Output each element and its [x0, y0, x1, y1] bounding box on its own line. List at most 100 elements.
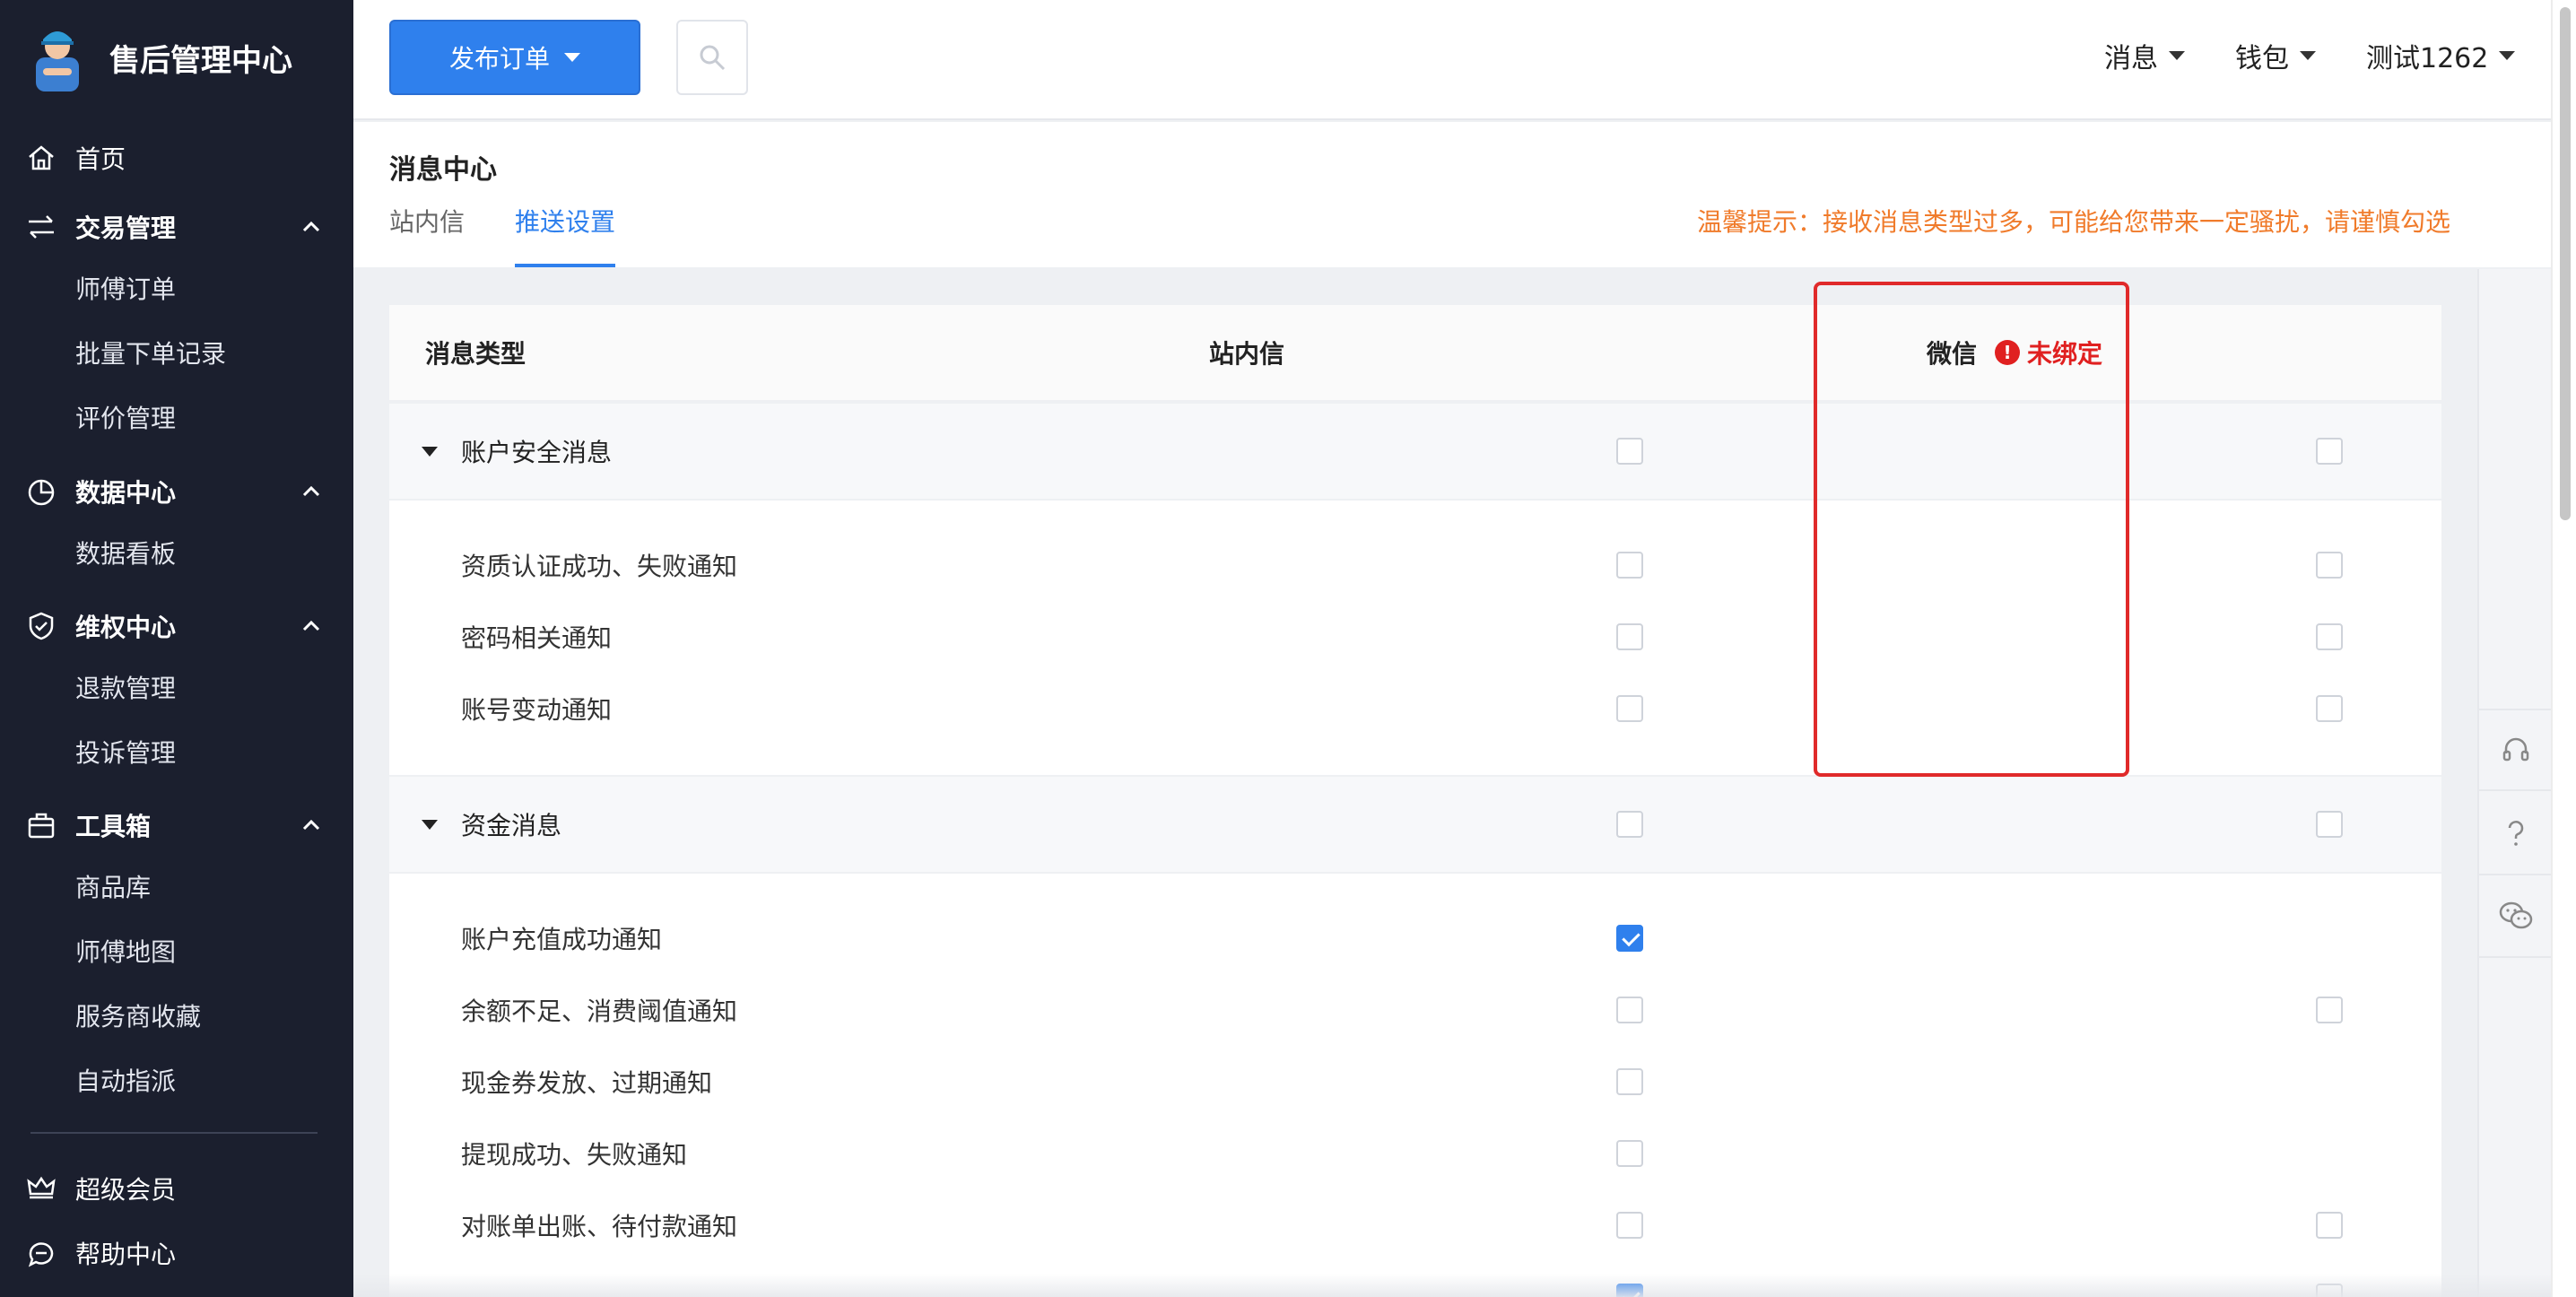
page-scrollbar[interactable]	[2551, 0, 2576, 1297]
user-menu-label: 测试1262	[2366, 43, 2489, 74]
caret-down-icon	[2499, 51, 2516, 60]
sidebar-item-refunds[interactable]: 退款管理	[75, 666, 176, 711]
checkbox-inbox[interactable]	[1616, 438, 1643, 465]
warning-tip: 温馨提示：接收消息类型过多，可能给您带来一定骚扰，请谨慎勾选	[1696, 207, 2450, 237]
checkbox-wechat[interactable]	[2316, 811, 2343, 838]
user-menu[interactable]: 测试1262	[2366, 36, 2516, 75]
checkbox-inbox[interactable]	[1616, 1068, 1643, 1095]
sidebar-group-toolbox[interactable]: 工具箱	[0, 798, 353, 852]
sidebar-item-batch-orders[interactable]: 批量下单记录	[75, 332, 226, 377]
shield-check-icon	[29, 612, 54, 640]
row-message-name: 现金券发放、过期通知	[461, 1068, 713, 1098]
sidebar-item-reviews[interactable]: 评价管理	[75, 396, 176, 441]
checkbox-wechat[interactable]	[2316, 695, 2343, 722]
search-icon	[700, 45, 726, 71]
sidebar-item-master-map[interactable]: 师傅地图	[75, 930, 176, 975]
caret-down-icon	[2169, 51, 2185, 60]
question-icon	[2508, 821, 2524, 846]
top-header: 发布订单 消息 钱包 测试1262	[353, 0, 2551, 120]
group-row-account-security[interactable]: 账户安全消息	[389, 402, 2441, 501]
sidebar-item-favorites[interactable]: 服务商收藏	[75, 995, 201, 1040]
sidebar-item-product-library[interactable]: 商品库	[75, 866, 151, 910]
table-row: 对账单出账、待付款通知	[389, 1189, 2441, 1261]
row-message-name: 资质认证成功、失败通知	[461, 552, 738, 581]
collapse-triangle-icon[interactable]	[422, 446, 438, 457]
sidebar-item-home[interactable]: 首页	[0, 131, 353, 185]
wallet-menu[interactable]: 钱包	[2235, 36, 2316, 75]
header-message-type: 消息类型	[425, 339, 527, 369]
sidebar: 售后管理中心 首页 交易管理 师傅订单 批量下单记录 评价管理 数据中心 数据看…	[0, 0, 353, 1297]
checkbox-inbox[interactable]	[1616, 1140, 1643, 1167]
row-message-name: 账户充值成功通知	[461, 925, 663, 954]
worker-avatar-logo	[36, 31, 79, 91]
row-message-name: 对账单出账、待付款通知	[461, 1212, 738, 1241]
checkbox-inbox[interactable]	[1616, 811, 1643, 838]
sidebar-item-dashboard[interactable]: 数据看板	[75, 532, 176, 577]
table-row: 密码相关通知	[389, 601, 2441, 673]
messages-menu-label: 消息	[2104, 43, 2158, 74]
sidebar-divider	[30, 1132, 318, 1134]
exchange-icon	[29, 215, 54, 239]
crown-icon	[27, 1176, 56, 1199]
wechat-button[interactable]	[2479, 875, 2553, 958]
sidebar-group-label: 工具箱	[75, 812, 152, 841]
customer-service-button[interactable]	[2479, 709, 2553, 791]
group-row-funds[interactable]: 资金消息	[389, 775, 2441, 874]
wechat-column-highlight	[1814, 282, 2129, 777]
sidebar-group-label: 交易管理	[75, 213, 177, 243]
collapse-triangle-icon[interactable]	[422, 819, 438, 830]
checkbox-wechat[interactable]	[2316, 1212, 2343, 1239]
brand-title: 售后管理中心	[109, 42, 292, 79]
row-message-name: 余额不足、消费阈值通知	[461, 997, 738, 1026]
publish-order-label: 发布订单	[448, 44, 550, 74]
sidebar-item-label: 超级会员	[75, 1175, 177, 1205]
scrollbar-thumb[interactable]	[2560, 7, 2571, 520]
sidebar-group-label: 维权中心	[75, 613, 177, 642]
chevron-up-icon	[302, 819, 320, 831]
table-header: 消息类型 站内信 微信 ! 未绑定	[389, 305, 2441, 402]
pie-chart-icon	[28, 479, 55, 506]
floating-toolbar	[2477, 269, 2553, 1297]
sidebar-group-rights[interactable]: 维权中心	[0, 599, 353, 653]
messages-menu[interactable]: 消息	[2104, 36, 2185, 75]
checkbox-inbox[interactable]	[1616, 552, 1643, 579]
sidebar-item-help[interactable]: 帮助中心	[0, 1226, 353, 1280]
bottom-fade	[353, 1274, 2551, 1297]
sidebar-item-complaints[interactable]: 投诉管理	[75, 731, 176, 776]
brand[interactable]: 售后管理中心	[23, 22, 292, 93]
checkbox-inbox[interactable]	[1616, 623, 1643, 650]
sidebar-item-label: 帮助中心	[75, 1240, 177, 1269]
checkbox-wechat[interactable]	[2316, 997, 2343, 1023]
publish-order-button[interactable]: 发布订单	[389, 20, 640, 95]
help-button[interactable]	[2479, 793, 2553, 875]
checkbox-wechat[interactable]	[2316, 438, 2343, 465]
checkbox-inbox[interactable]	[1616, 1212, 1643, 1239]
header-inbox: 站内信	[1209, 339, 1285, 369]
sidebar-group-label: 数据中心	[75, 478, 177, 508]
home-icon	[29, 145, 54, 170]
search-button[interactable]	[676, 20, 748, 95]
sidebar-item-vip[interactable]: 超级会员	[0, 1162, 353, 1215]
tab-inbox[interactable]: 站内信	[389, 203, 465, 258]
checkbox-inbox[interactable]	[1616, 997, 1643, 1023]
table-row: 账号变动通知	[389, 673, 2441, 744]
sidebar-group-trade[interactable]: 交易管理	[0, 200, 353, 254]
sidebar-group-data[interactable]: 数据中心	[0, 465, 353, 518]
checkbox-wechat[interactable]	[2316, 623, 2343, 650]
push-settings-table: 消息类型 站内信 微信 ! 未绑定 账户安全消息 资质认证成功、失败通知 密码相…	[389, 305, 2441, 1297]
sidebar-item-auto-assign[interactable]: 自动指派	[75, 1059, 176, 1104]
headset-icon	[2502, 737, 2529, 762]
checkbox-inbox[interactable]	[1616, 695, 1643, 722]
chevron-up-icon	[302, 620, 320, 631]
group-name: 账户安全消息	[461, 438, 613, 467]
tab-push-settings[interactable]: 推送设置	[515, 203, 616, 267]
row-message-name: 账号变动通知	[461, 695, 613, 725]
sidebar-item-master-orders[interactable]: 师傅订单	[75, 267, 176, 312]
checkbox-wechat[interactable]	[2316, 552, 2343, 579]
row-message-name: 密码相关通知	[461, 623, 613, 653]
page-title: 消息中心	[389, 154, 497, 186]
table-row: 现金券发放、过期通知	[389, 1046, 2441, 1118]
page-header: 消息中心 站内信 推送设置 温馨提示：接收消息类型过多，可能给您带来一定骚扰，请…	[353, 122, 2551, 267]
checkbox-inbox-checked[interactable]	[1616, 925, 1643, 952]
table-row: 资质认证成功、失败通知	[389, 529, 2441, 601]
